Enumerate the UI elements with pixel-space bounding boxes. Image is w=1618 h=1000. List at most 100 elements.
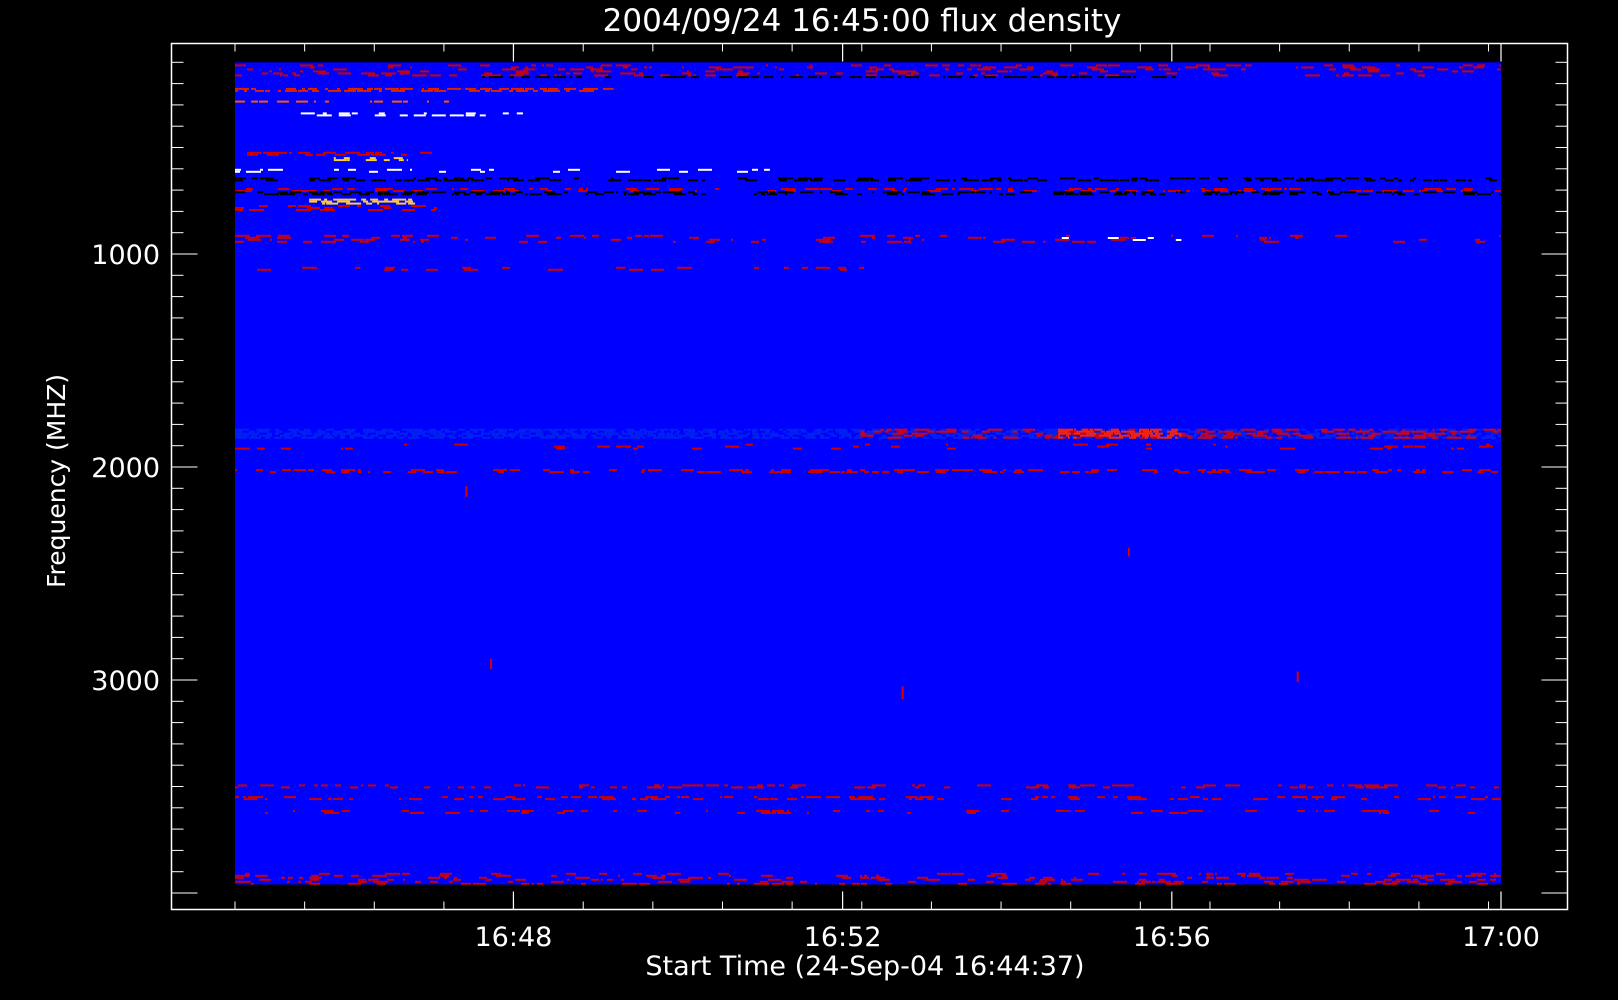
heatmap-cell (860, 434, 874, 437)
heatmap-cell (261, 430, 269, 433)
heatmap-cell (493, 798, 506, 801)
heatmap-cell (402, 809, 409, 812)
heatmap-cell (917, 471, 929, 474)
heatmap-cell (516, 70, 528, 73)
heatmap-cell (833, 179, 845, 182)
heatmap-cell (826, 796, 840, 799)
heatmap-cell (277, 240, 287, 243)
heatmap-cell (1096, 76, 1104, 79)
heatmap-cell (1114, 432, 1121, 435)
heatmap-cell (1147, 237, 1154, 239)
heatmap-cell (613, 809, 617, 812)
heatmap-cell (702, 436, 704, 439)
heatmap-cell (268, 168, 283, 171)
heatmap-cell (322, 112, 327, 115)
heatmap-cell (611, 238, 621, 241)
heatmap-cell (778, 191, 793, 194)
heatmap-cell (1276, 432, 1289, 435)
heatmap-cell (308, 87, 317, 90)
heatmap-cell (1294, 191, 1305, 194)
heatmap-cell (591, 786, 595, 789)
heatmap-cell (688, 876, 703, 879)
heatmap-cell (287, 880, 290, 883)
heatmap-cell (1368, 70, 1379, 73)
heatmap-cell (1131, 811, 1143, 814)
heatmap-cell (340, 434, 345, 437)
heatmap-cell (1344, 191, 1356, 194)
heatmap-cell (578, 190, 588, 192)
heatmap-cell (1132, 432, 1140, 435)
heatmap-cell (365, 159, 377, 162)
heatmap-cell (343, 428, 356, 431)
heatmap-cell (274, 436, 282, 439)
heatmap-cell (607, 436, 611, 439)
heatmap-cell (674, 193, 686, 196)
heatmap-cell (604, 430, 615, 433)
heatmap-cell (698, 430, 705, 433)
heatmap-cell (917, 876, 928, 879)
heatmap-cell (897, 76, 901, 79)
heatmap-cell (581, 809, 588, 812)
heatmap-cell (235, 434, 249, 437)
heatmap-cell (981, 430, 990, 433)
heatmap-cell (805, 436, 816, 439)
heatmap-cell (1259, 236, 1267, 239)
heatmap-cell (309, 200, 318, 203)
heatmap-cell (823, 236, 835, 239)
heatmap-cell (378, 430, 387, 433)
heatmap-cell (681, 796, 689, 799)
heatmap-cell (801, 430, 807, 433)
heatmap-cell (453, 432, 455, 435)
heatmap-cell (1026, 786, 1039, 789)
heatmap-cell (876, 874, 879, 877)
heatmap-cell (302, 87, 305, 90)
heatmap-cell (480, 170, 485, 173)
heatmap-cell (458, 434, 463, 437)
heatmap-cell (860, 876, 869, 879)
heatmap-cell (531, 64, 536, 67)
heatmap-cell (1019, 68, 1033, 71)
heatmap-cell (1465, 436, 1477, 439)
heatmap-cell (983, 471, 997, 474)
heatmap-cell (327, 177, 338, 180)
heatmap-cell (502, 112, 509, 115)
heatmap-cell (841, 471, 845, 474)
heatmap-cell (471, 168, 481, 171)
heatmap-cell (1336, 74, 1339, 77)
heatmap-cell (911, 432, 922, 435)
heatmap-cell (529, 430, 543, 433)
heatmap-cell (417, 191, 429, 194)
heatmap-cell (1085, 436, 1093, 439)
heatmap-cell (235, 234, 250, 237)
heatmap-cell (466, 434, 469, 437)
heatmap-cell (332, 188, 343, 190)
heatmap-cell (953, 179, 956, 182)
heatmap-cell (277, 236, 291, 239)
heatmap-cell (639, 882, 650, 885)
heatmap-cell (350, 191, 362, 194)
heatmap-cell (1030, 76, 1040, 79)
heatmap-cell (1396, 878, 1411, 881)
heatmap-cell (566, 430, 574, 433)
heatmap-cell (856, 179, 869, 182)
heatmap-cell (307, 207, 309, 209)
heatmap-cell (777, 811, 791, 814)
heatmap-cell (498, 430, 507, 433)
heatmap-cell (343, 157, 350, 160)
heatmap-cell (695, 190, 697, 192)
heatmap-cell (719, 430, 729, 433)
heatmap-cell (907, 191, 920, 194)
heatmap-cell (498, 471, 504, 474)
heatmap-cell (1245, 809, 1257, 812)
heatmap-spike (1296, 671, 1299, 683)
heatmap-cell (1012, 76, 1027, 79)
heatmap-cell (1430, 430, 1436, 433)
heatmap-cell (461, 882, 471, 885)
heatmap-cell (1168, 190, 1181, 192)
heatmap-cell (1004, 66, 1018, 69)
heatmap-cell (591, 878, 599, 881)
heatmap-cell (642, 436, 645, 439)
heatmap-cell (464, 193, 470, 196)
heatmap-cell (1307, 432, 1320, 435)
heatmap-cell (668, 786, 682, 789)
